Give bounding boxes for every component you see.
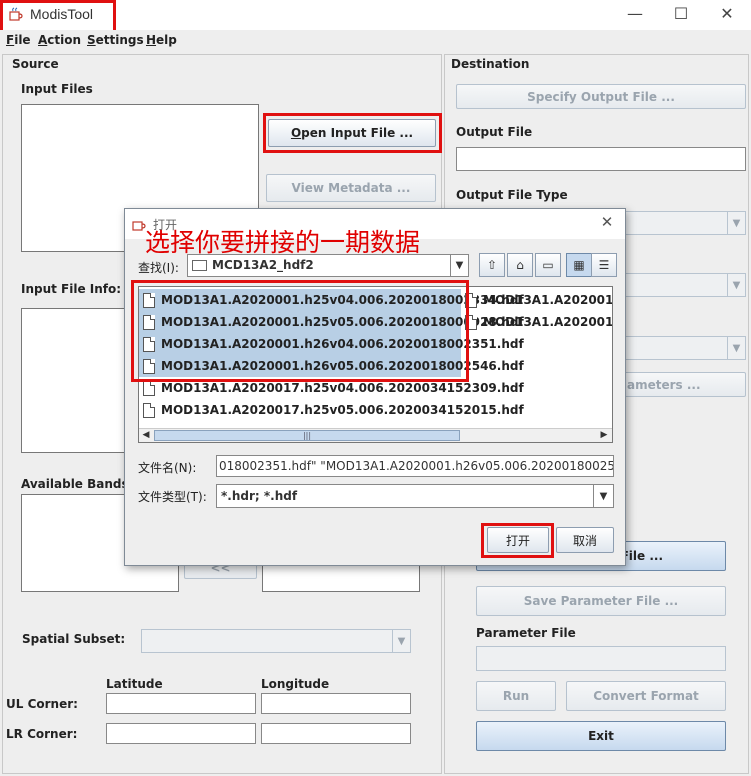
save-parameter-file-button[interactable]: Save Parameter File ... — [476, 586, 726, 616]
list-item[interactable]: MOD13A1.A2020001.h26v04.006.202001800235… — [139, 333, 524, 355]
lr-corner-label: LR Corner: — [6, 727, 78, 741]
output-file-type-select[interactable]: ▼ — [620, 211, 746, 235]
lookin-label: 查找(I): — [138, 261, 179, 275]
open-file-dialog: 打开 ✕ 选择你要拼接的一期数据 查找(I): MCD13A2_hdf2 ▼ ⇧… — [124, 208, 626, 566]
title-bar: ModisTool — ☐ ✕ — [0, 0, 751, 30]
file-icon — [465, 314, 477, 330]
file-icon — [143, 380, 155, 396]
filetype-value: *.hdr; *.hdf — [221, 489, 298, 503]
chevron-down-icon: ▼ — [727, 212, 745, 234]
java-cup-icon — [8, 6, 24, 22]
output-file-label: Output File — [456, 125, 533, 139]
scrollbar-thumb[interactable]: ||| — [154, 430, 460, 441]
chevron-down-icon: ▼ — [450, 255, 468, 276]
menu-action[interactable]: Action — [38, 33, 81, 47]
dialog-cancel-button[interactable]: 取消 — [556, 527, 614, 553]
chevron-down-icon: ▼ — [593, 485, 613, 507]
ul-latitude-input[interactable] — [106, 693, 256, 714]
minimize-icon: — — [627, 4, 643, 23]
destination-header: Destination — [451, 57, 530, 71]
output-file-input[interactable] — [456, 147, 746, 171]
view-metadata-button[interactable]: View Metadata ... — [266, 174, 436, 202]
list-item[interactable]: MOD13A1.A2020001.h25v05.006.202001800092… — [139, 311, 524, 333]
close-icon: ✕ — [600, 213, 614, 231]
open-input-file-button[interactable]: Open Input File ... — [268, 119, 436, 147]
up-folder-icon[interactable]: ⇧ — [479, 253, 505, 277]
chevron-down-icon: ▼ — [392, 630, 410, 652]
dialog-close-button[interactable]: ✕ — [595, 213, 619, 235]
parameter-file-input[interactable] — [476, 646, 726, 671]
dialog-open-button[interactable]: 打开 — [487, 527, 549, 553]
close-button[interactable]: ✕ — [704, 0, 750, 30]
list-item[interactable]: MOD13A1.A2020017.h2 — [461, 311, 612, 333]
window-title: ModisTool — [30, 6, 94, 22]
list-item[interactable]: MOD13A1.A2020001.h26v05.006.202001800254… — [139, 355, 524, 377]
new-folder-icon[interactable]: ▭ — [535, 253, 561, 277]
available-bands-label: Available Bands: — [21, 477, 134, 491]
file-list[interactable]: MOD13A1.A2020001.h25v04.006.202001800233… — [138, 286, 613, 443]
maximize-button[interactable]: ☐ — [658, 0, 704, 30]
lookin-value: MCD13A2_hdf2 — [212, 258, 314, 272]
chevron-down-icon: ▼ — [727, 337, 745, 359]
scroll-right-icon[interactable]: ▶ — [597, 429, 611, 442]
ul-longitude-input[interactable] — [261, 693, 411, 714]
input-files-label: Input Files — [21, 82, 93, 96]
filename-label: 文件名(N): — [138, 461, 197, 475]
specify-output-file-button[interactable]: Specify Output File ... — [456, 84, 746, 109]
folder-icon — [192, 260, 207, 271]
horizontal-scrollbar[interactable]: ◀ ||| ▶ — [139, 428, 612, 442]
scroll-left-icon[interactable]: ◀ — [139, 429, 153, 442]
projection-select[interactable]: ▼ — [620, 336, 746, 360]
run-button[interactable]: Run — [476, 681, 556, 711]
lr-latitude-input[interactable] — [106, 723, 256, 744]
output-file-type-label: Output File Type — [456, 188, 568, 202]
longitude-label: Longitude — [261, 677, 330, 691]
parameter-file-label: Parameter File — [476, 626, 576, 640]
exit-button[interactable]: Exit — [476, 721, 726, 751]
list-view-icon[interactable]: ▦ — [566, 253, 592, 277]
lr-longitude-input[interactable] — [261, 723, 411, 744]
minimize-button[interactable]: — — [612, 0, 658, 30]
file-icon — [143, 292, 155, 308]
spatial-subset-label: Spatial Subset: — [22, 632, 126, 646]
details-view-icon[interactable]: ☰ — [591, 253, 617, 277]
filetype-label: 文件类型(T): — [138, 490, 207, 504]
menu-help[interactable]: Help — [146, 33, 177, 47]
file-icon — [143, 402, 155, 418]
menu-file[interactable]: File — [6, 33, 31, 47]
file-icon — [465, 292, 477, 308]
source-header: Source — [12, 57, 59, 71]
menu-settings[interactable]: Settings — [87, 33, 144, 47]
open-input-file-label: Open Input File ... — [290, 126, 414, 140]
chevron-down-icon: ▼ — [727, 274, 745, 296]
edit-parameters-label: ameters ... — [627, 377, 701, 392]
resampling-select[interactable]: ▼ — [620, 273, 746, 297]
list-item[interactable]: MOD13A1.A2020017.h25v04.006.202003415230… — [139, 377, 524, 399]
file-icon — [143, 314, 155, 330]
close-icon: ✕ — [720, 4, 734, 23]
edit-parameters-button[interactable]: ameters ... — [620, 372, 746, 397]
ul-corner-label: UL Corner: — [6, 697, 78, 711]
latitude-label: Latitude — [106, 677, 163, 691]
file-icon — [143, 358, 155, 374]
file-icon — [143, 336, 155, 352]
filename-value: 018002351.hdf" "MOD13A1.A2020001.h26v05.… — [219, 459, 613, 473]
list-item[interactable]: MOD13A1.A2020017.h2 — [461, 289, 612, 311]
filename-input[interactable]: 018002351.hdf" "MOD13A1.A2020001.h26v05.… — [216, 455, 614, 477]
lookin-select[interactable]: MCD13A2_hdf2 ▼ — [187, 254, 469, 277]
spatial-subset-select[interactable]: ▼ — [141, 629, 411, 653]
maximize-icon: ☐ — [673, 4, 689, 23]
list-item[interactable]: MOD13A1.A2020001.h25v04.006.202001800233… — [139, 289, 524, 311]
input-file-info-label: Input File Info: — [21, 282, 122, 296]
home-icon[interactable]: ⌂ — [507, 253, 533, 277]
filetype-select[interactable]: *.hdr; *.hdf ▼ — [216, 484, 614, 508]
convert-format-button[interactable]: Convert Format — [566, 681, 726, 711]
list-item[interactable]: MOD13A1.A2020017.h25v05.006.202003415201… — [139, 399, 524, 421]
